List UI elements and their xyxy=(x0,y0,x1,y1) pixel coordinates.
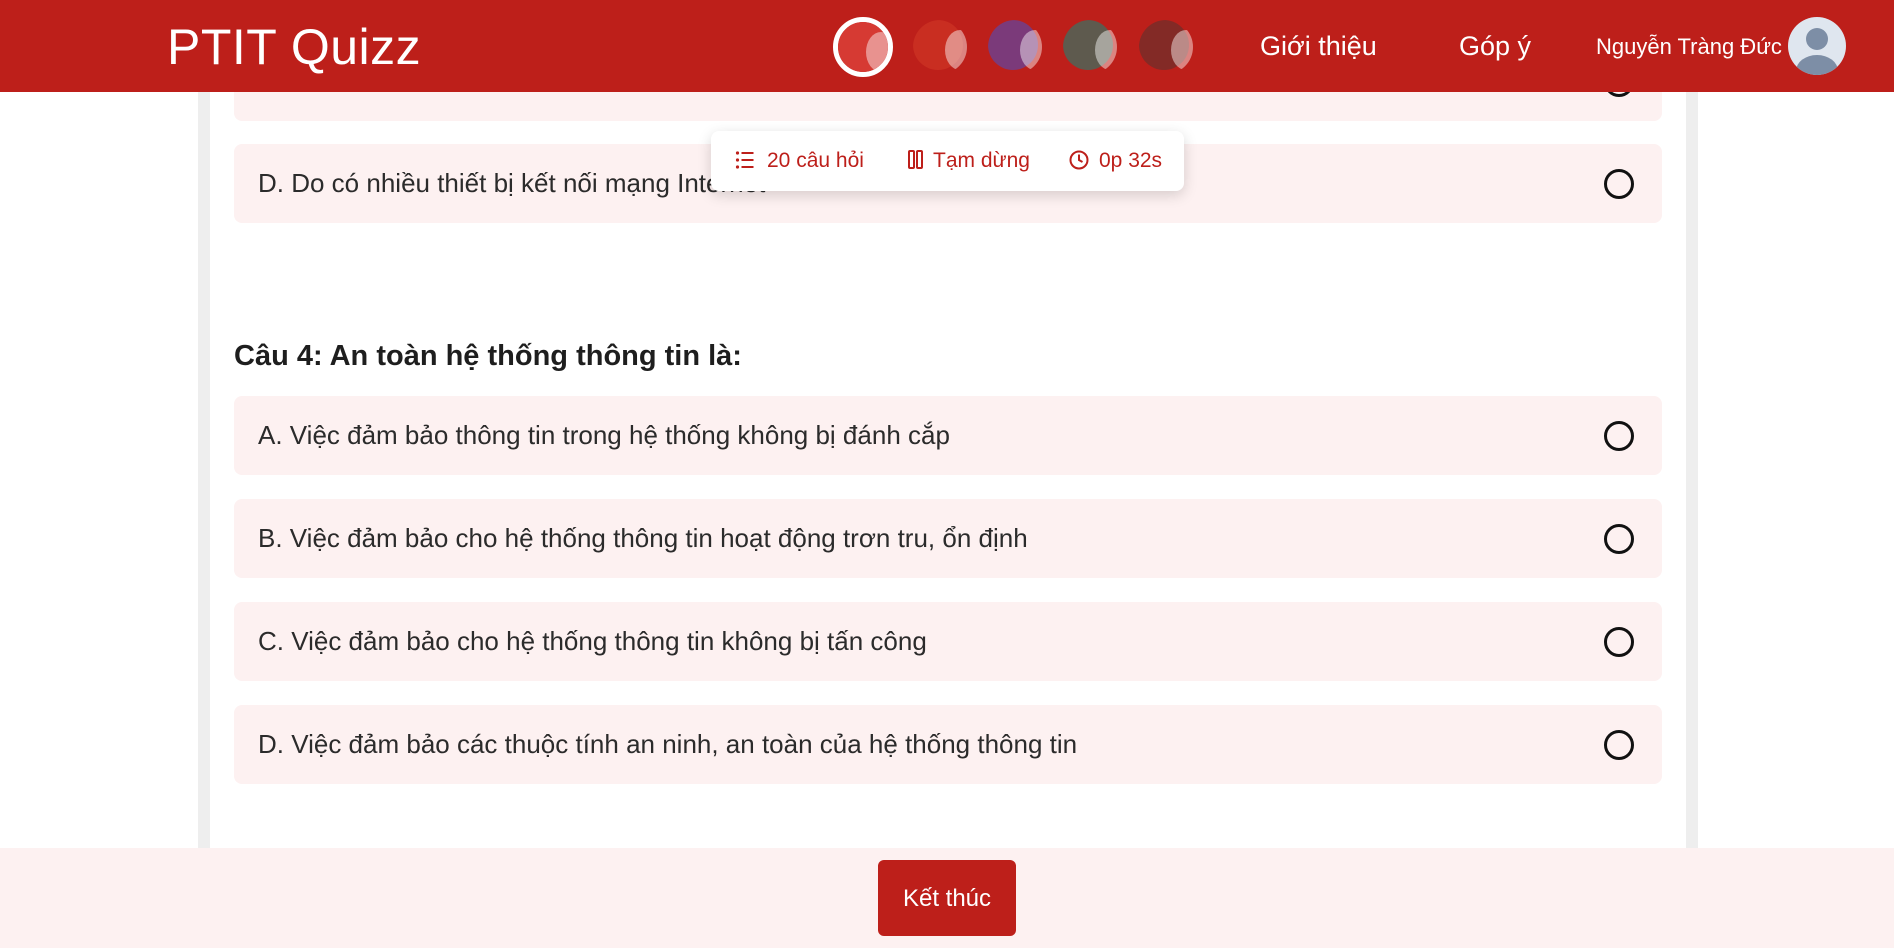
timer-label: 0p 32s xyxy=(1099,149,1163,172)
option-d[interactable]: D. Việc đảm bảo các thuộc tính an ninh, … xyxy=(234,705,1662,784)
option-label: D. Do có nhiều thiết bị kết nối mạng Int… xyxy=(258,168,766,198)
nav-feedback-link[interactable]: Góp ý xyxy=(1459,28,1531,64)
question-title: Câu 4: An toàn hệ thống thông tin là: xyxy=(234,340,742,372)
option-b[interactable]: B. Việc đảm bảo cho hệ thống thông tin h… xyxy=(234,499,1662,578)
panel-right-border xyxy=(1686,92,1698,852)
option-radio[interactable] xyxy=(1604,627,1634,657)
theme-swatch-purple[interactable] xyxy=(988,20,1042,74)
question-count-label: 20 câu hỏi xyxy=(767,149,864,172)
theme-swatch-red-active[interactable] xyxy=(833,17,893,77)
top-navbar: PTIT Quizz Giới thiệu Góp ý Nguyễn Tràng… xyxy=(0,0,1894,92)
list-icon xyxy=(735,151,754,169)
option-radio[interactable] xyxy=(1604,169,1634,199)
option-label: D. Việc đảm bảo các thuộc tính an ninh, … xyxy=(258,729,1078,759)
option-radio[interactable] xyxy=(1604,421,1634,451)
finish-button[interactable]: Kết thúc xyxy=(878,860,1016,936)
option-label: A. Việc đảm bảo thông tin trong hệ thống… xyxy=(258,420,950,450)
app-title[interactable]: PTIT Quizz xyxy=(167,17,421,77)
option-label: B. Việc đảm bảo cho hệ thống thông tin h… xyxy=(258,523,1028,553)
theme-swatch-red[interactable] xyxy=(913,20,967,74)
pause-icon xyxy=(908,150,923,169)
panel-left-border xyxy=(198,92,210,852)
question-list-button[interactable]: 20 câu hỏi xyxy=(735,148,885,174)
option-radio[interactable] xyxy=(1604,524,1634,554)
theme-swatch-maroon[interactable] xyxy=(1139,20,1193,74)
option-radio[interactable] xyxy=(1604,730,1634,760)
clock-icon xyxy=(1069,150,1089,170)
option-a[interactable]: A. Việc đảm bảo thông tin trong hệ thống… xyxy=(234,396,1662,475)
timer: 0p 32s xyxy=(1069,148,1169,174)
user-avatar-icon xyxy=(1796,28,1838,75)
user-name[interactable]: Nguyễn Tràng Đức xyxy=(1596,32,1782,62)
footer-bar: Kết thúc xyxy=(0,848,1894,948)
pause-button[interactable]: Tạm dừng xyxy=(907,148,1037,174)
quiz-toolbar: 20 câu hỏi Tạm dừng 0p 32s xyxy=(711,131,1184,191)
avatar[interactable] xyxy=(1788,17,1846,75)
theme-swatch-gray[interactable] xyxy=(1063,20,1117,74)
option-c[interactable]: C. Việc đảm bảo cho hệ thống thông tin k… xyxy=(234,602,1662,681)
option-label: C. Việc đảm bảo cho hệ thống thông tin k… xyxy=(258,626,927,656)
nav-about-link[interactable]: Giới thiệu xyxy=(1260,28,1377,64)
pause-label: Tạm dừng xyxy=(933,149,1030,172)
